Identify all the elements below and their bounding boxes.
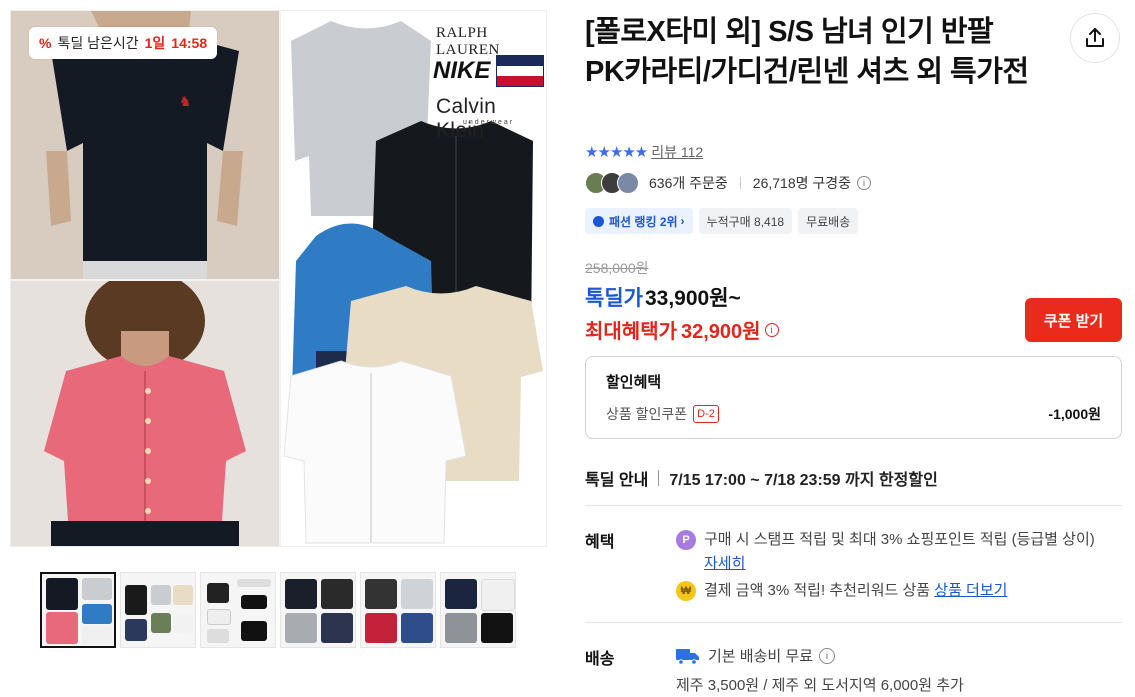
point-icon: P	[676, 530, 696, 550]
cumulative-purchase-tag: 누적구매 8,418	[698, 208, 793, 234]
pink-cardigan-photo	[11, 271, 279, 546]
deal-price-label: 톡딜가	[585, 287, 643, 310]
rating-row: ★★★★★ 리뷰 112	[585, 142, 703, 162]
dday-badge: D-2	[693, 405, 719, 423]
thumbnail-4[interactable]	[280, 572, 356, 648]
shipping-extra-text: 제주 3,500원 / 제주 외 도서지역 6,000원 추가	[676, 677, 964, 694]
coupon-label: 상품 할인쿠폰	[606, 406, 688, 422]
order-count: 636개 주문중	[649, 175, 728, 191]
original-price: 258,000원	[585, 260, 649, 276]
coupon-amount: -1,000원	[1048, 406, 1101, 422]
thumbnail-5[interactable]	[360, 572, 436, 648]
point-perk: P 구매 시 스탬프 적립 및 최대 3% 쇼핑포인트 적립 (등급별 상이) …	[676, 528, 1104, 576]
discount-benefit-box: 할인혜택 상품 할인쿠폰 D-2 -1,000원	[585, 356, 1122, 439]
share-button[interactable]	[1070, 13, 1120, 63]
divider	[585, 622, 1122, 623]
free-shipping-tag: 무료배송	[798, 208, 859, 234]
divider	[658, 470, 660, 486]
timer-prefix: 톡딜 남은시간	[57, 35, 139, 51]
avatar	[617, 172, 639, 194]
point-perk-text: 구매 시 스탬프 적립 및 최대 3% 쇼핑포인트 적립 (등급별 상이)	[704, 531, 1095, 548]
benefit-box-title: 할인혜택	[606, 374, 662, 391]
info-icon[interactable]: i	[818, 647, 835, 664]
product-main-image[interactable]: ♞ RALPH LAUREN NIKE Calvin Klein underwe…	[10, 10, 547, 547]
percent-icon: %	[39, 35, 52, 51]
thumbnail-3[interactable]	[200, 572, 276, 648]
info-icon[interactable]: i	[857, 176, 872, 190]
coin-icon: ₩	[676, 581, 696, 601]
ranking-tag-label: 패션 랭킹 2위	[609, 214, 678, 229]
ralph-lauren-logo: RALPH LAUREN	[436, 25, 500, 58]
timer-time: 14:58	[171, 35, 208, 51]
star-rating-icon: ★★★★★	[585, 144, 648, 161]
info-icon[interactable]: i	[764, 322, 779, 337]
max-benefit-row: 최대혜택가 32,900원 i	[585, 315, 779, 344]
timer-day: 1일	[144, 35, 166, 51]
svg-text:♞: ♞	[179, 94, 192, 110]
assortment-photo: RALPH LAUREN NIKE Calvin Klein underwear	[281, 11, 546, 546]
tommy-hilfiger-flag-icon	[496, 55, 544, 87]
deal-guide-row: 톡딜 안내 7/15 17:00 ~ 7/18 23:59 까지 한정할인	[585, 466, 938, 490]
deal-guide-label: 톡딜 안내	[585, 472, 649, 489]
ranking-badge-icon	[593, 215, 604, 227]
order-status-row: 636개 주문중 26,718명 구경중 i	[585, 172, 872, 194]
deal-price: 33,900원~	[644, 287, 741, 310]
share-icon	[1086, 28, 1104, 47]
nike-logo: NIKE	[433, 57, 491, 84]
truck-icon	[676, 648, 699, 665]
max-benefit-price: 32,900원	[681, 321, 761, 343]
deal-timer-badge: % 톡딜 남은시간 1일 14:58	[29, 27, 218, 59]
payment-perk-text: 결제 금액 3% 적립! 추천리워드 상품	[704, 582, 935, 599]
thumbnail-1[interactable]	[40, 572, 116, 648]
buyer-avatars	[585, 172, 643, 194]
deal-guide-period: 7/15 17:00 ~ 7/18 23:59 까지 한정할인	[669, 472, 938, 489]
product-tags: 패션 랭킹 2위 › 누적구매 8,418 무료배송	[585, 208, 859, 234]
point-details-link[interactable]: 자세히	[704, 555, 745, 572]
ranking-tag[interactable]: 패션 랭킹 2위 ›	[585, 208, 693, 234]
shipping-base-row: 기본 배송비 무료 i	[676, 645, 835, 666]
divider	[585, 505, 1122, 506]
payment-perk: ₩ 결제 금액 3% 적립! 추천리워드 상품 상품 더보기	[676, 579, 1124, 603]
coupon-line: 상품 할인쿠폰 D-2 -1,000원	[606, 404, 1101, 424]
shipping-base-text: 기본 배송비 무료	[708, 648, 813, 665]
get-coupon-button[interactable]: 쿠폰 받기	[1025, 298, 1122, 342]
viewer-count: 26,718명 구경중	[752, 175, 852, 191]
product-title: [폴로X타미 외] S/S 남녀 인기 반팔 PK카라티/가디건/린넨 셔츠 외…	[585, 16, 1029, 88]
shipping-label: 배송	[585, 651, 615, 668]
thumbnail-2[interactable]	[120, 572, 196, 648]
review-link[interactable]: 리뷰 112	[651, 142, 703, 162]
max-benefit-label: 최대혜택가	[585, 321, 677, 343]
perks-label: 혜택	[585, 534, 615, 551]
more-products-link[interactable]: 상품 더보기	[934, 582, 1007, 599]
thumbnail-6[interactable]	[440, 572, 516, 648]
divider	[739, 177, 741, 189]
thumbnail-strip	[40, 572, 516, 648]
chevron-right-icon: ›	[680, 214, 685, 228]
deal-price-row: 톡딜가 33,900원~	[585, 282, 741, 312]
calvin-klein-sub-logo: underwear	[463, 119, 515, 126]
